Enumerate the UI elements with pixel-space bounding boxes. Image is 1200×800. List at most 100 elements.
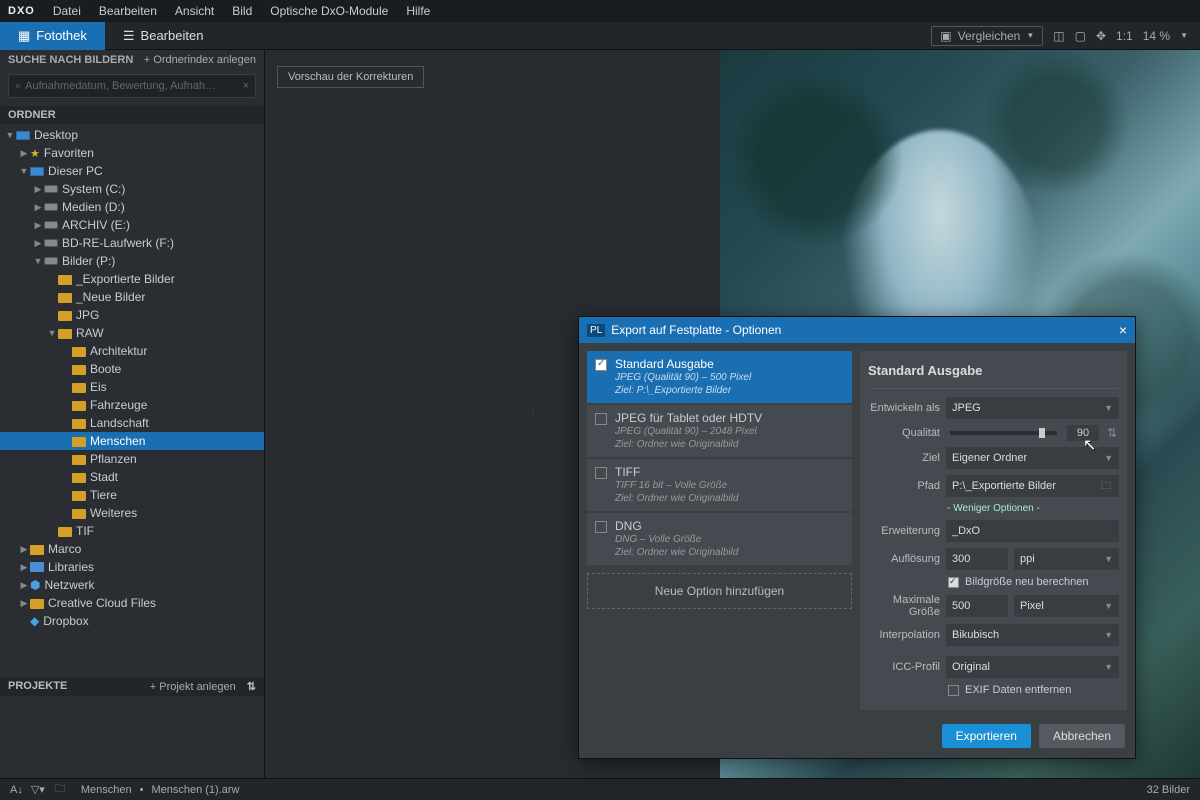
dialog-titlebar[interactable]: PL Export auf Festplatte - Optionen × [579,317,1135,343]
preview-badge[interactable]: Vorschau der Korrekturen [277,66,424,88]
resolution-unit-select[interactable]: ppi▼ [1014,548,1119,570]
maxsize-unit-select[interactable]: Pixel▼ [1014,595,1119,617]
preset-tablet[interactable]: JPEG für Tablet oder HDTV JPEG (Qualität… [587,405,852,457]
tree-stadt[interactable]: Stadt [0,468,264,486]
tree-landschaft[interactable]: Landschaft [0,414,264,432]
suffix-input[interactable] [946,520,1119,542]
chevron-down-icon: ▼ [1104,662,1113,672]
clear-search-icon[interactable]: × [243,80,249,92]
split-grip[interactable]: ⋮ [528,414,534,444]
tree-jpg[interactable]: JPG [0,306,264,324]
zoom-level[interactable]: 14 % [1143,29,1170,43]
compare-button[interactable]: ▣ Vergleichen ▼ [931,26,1043,46]
tree-archiv-e[interactable]: ▶ARCHIV (E:) [0,216,264,234]
preset-detail: JPEG (Qualität 90) – 2048 Pixel [615,425,762,438]
tree-raw[interactable]: ▼RAW [0,324,264,342]
folder-icon [58,329,72,339]
section-ordner: ORDNER [0,106,264,124]
export-button[interactable]: Exportieren [942,724,1031,748]
tree-architektur[interactable]: Architektur [0,342,264,360]
preset-checkbox[interactable] [595,467,607,479]
split-view-icon[interactable]: ◫ [1053,29,1064,43]
resolution-input[interactable] [946,548,1008,570]
filter-icon[interactable]: ▽▾ [31,783,45,796]
tree-pflanzen[interactable]: Pflanzen [0,450,264,468]
chevron-down-icon[interactable]: ▼ [1180,31,1188,40]
move-icon[interactable]: ✥ [1096,29,1106,43]
preset-checkbox[interactable] [595,521,607,533]
mode-fotothek[interactable]: ▦ Fotothek [0,22,105,50]
section-projekte: PROJEKTE [8,680,67,692]
path-field[interactable]: P:\_Exportierte Bilder🗀 [946,475,1119,497]
preset-checkbox[interactable] [595,413,607,425]
tree-system-c[interactable]: ▶System (C:) [0,180,264,198]
menu-image[interactable]: Bild [232,4,252,18]
cancel-button[interactable]: Abbrechen [1039,724,1125,748]
interp-select[interactable]: Bikubisch▼ [946,624,1119,646]
tree-pc[interactable]: ▼Dieser PC [0,162,264,180]
sort-az-icon[interactable]: A↓ [10,784,23,796]
preset-name: Standard Ausgabe [615,357,751,371]
quality-value[interactable]: 90 [1067,425,1099,441]
tree-bilder-p[interactable]: ▼Bilder (P:) [0,252,264,270]
tree-medien-d[interactable]: ▶Medien (D:) [0,198,264,216]
tree-tif[interactable]: TIF [0,522,264,540]
target-select[interactable]: Eigener Ordner▼ [946,447,1119,469]
browse-icon[interactable]: 🗀 [1099,477,1113,496]
disk-icon [44,221,58,229]
preset-dng[interactable]: DNG DNG – Volle Größe Ziel: Ordner wie O… [587,513,852,565]
zoom-ratio[interactable]: 1:1 [1116,29,1133,43]
maxsize-input[interactable] [946,595,1008,617]
preset-standard[interactable]: Standard Ausgabe JPEG (Qualität 90) – 50… [587,351,852,403]
menu-file[interactable]: Datei [53,4,81,18]
tree-neue[interactable]: _Neue Bilder [0,288,264,306]
mode-bearbeiten[interactable]: ☰ Bearbeiten [105,22,222,50]
menu-help[interactable]: Hilfe [406,4,430,18]
chevron-down-icon: ▼ [1104,453,1113,463]
tree-weiteres[interactable]: Weiteres [0,504,264,522]
menu-modules[interactable]: Optische DxO-Module [270,4,388,18]
tree-fahrzeuge[interactable]: Fahrzeuge [0,396,264,414]
add-option-button[interactable]: Neue Option hinzufügen [587,573,852,609]
recalc-checkbox[interactable] [948,577,959,588]
tree-exportierte[interactable]: _Exportierte Bilder [0,270,264,288]
fewer-options-link[interactable]: - Weniger Optionen - [868,503,1119,514]
slider-thumb[interactable] [1039,428,1045,438]
search-input[interactable]: ⌕ Aufnahmedatum, Bewertung, Aufnah… × [8,74,256,98]
menu-view[interactable]: Ansicht [175,4,214,18]
close-icon[interactable]: × [1119,322,1127,338]
tree-boote[interactable]: Boote [0,360,264,378]
preset-detail: Ziel: P:\_Exportierte Bilder [615,384,751,397]
menu-edit[interactable]: Bearbeiten [99,4,157,18]
tree-favoriten[interactable]: ▶★Favoriten [0,144,264,162]
tree-dropbox[interactable]: ◆Dropbox [0,612,264,630]
desktop-icon [16,131,30,140]
tree-netzwerk[interactable]: ▶⬢Netzwerk [0,576,264,594]
tree-ccf[interactable]: ▶Creative Cloud Files [0,594,264,612]
stepper-icon[interactable]: ⇅ [1105,426,1119,440]
tree-menschen[interactable]: Menschen [0,432,264,450]
tree-eis[interactable]: Eis [0,378,264,396]
format-select[interactable]: JPEG▼ [946,397,1119,419]
preset-tiff[interactable]: TIFF TIFF 16 bit – Volle Größe Ziel: Ord… [587,459,852,511]
tree-desktop[interactable]: ▼Desktop [0,126,264,144]
disc-icon [44,239,58,247]
breadcrumb-folder[interactable]: Menschen [81,784,132,796]
tree-tiere[interactable]: Tiere [0,486,264,504]
sort-icon[interactable]: ⇅ [247,681,256,693]
tree-marco[interactable]: ▶Marco [0,540,264,558]
disk-icon [44,185,58,193]
preset-checkbox[interactable] [595,359,607,371]
exif-checkbox[interactable] [948,685,959,696]
add-project[interactable]: + Projekt anlegen [150,681,236,693]
preset-list: Standard Ausgabe JPEG (Qualität 90) – 50… [587,351,852,710]
icc-select[interactable]: Original▼ [946,656,1119,678]
add-folder-index[interactable]: + Ordnerindex anlegen [144,54,256,66]
compare-icon: ▣ [940,29,951,43]
tree-libraries[interactable]: ▶Libraries [0,558,264,576]
dialog-icon: PL [587,324,605,337]
tree-bdre-f[interactable]: ▶BD-RE-Laufwerk (F:) [0,234,264,252]
quality-slider[interactable] [950,431,1057,435]
fit-icon[interactable]: ▢ [1075,29,1086,43]
disk-icon [44,203,58,211]
